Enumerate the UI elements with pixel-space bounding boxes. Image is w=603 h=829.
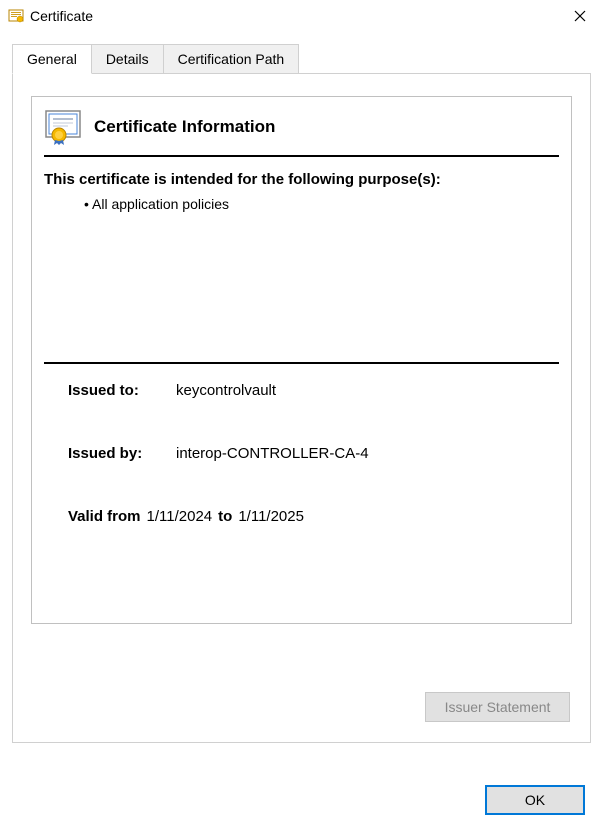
certificate-window-icon	[8, 8, 24, 24]
issued-by-value: interop-CONTROLLER-CA-4	[176, 445, 369, 462]
issued-to-label: Issued to:	[68, 382, 176, 399]
purpose-heading: This certificate is intended for the fol…	[44, 171, 559, 188]
close-button[interactable]	[557, 0, 603, 32]
valid-to-value: 1/11/2025	[238, 508, 304, 525]
certificate-icon	[44, 109, 84, 145]
certificate-info-heading: Certificate Information	[94, 117, 275, 137]
tab-general[interactable]: General	[12, 44, 92, 74]
certificate-info-box: Certificate Information This certificate…	[31, 96, 572, 624]
issued-by-row: Issued by: interop-CONTROLLER-CA-4	[68, 445, 559, 462]
certificate-header: Certificate Information	[44, 109, 559, 155]
tab-certification-path[interactable]: Certification Path	[163, 44, 300, 73]
certificate-details: Issued to: keycontrolvault Issued by: in…	[44, 382, 559, 525]
valid-to-label: to	[218, 508, 232, 525]
divider-top	[44, 155, 559, 157]
close-icon	[574, 10, 586, 22]
tab-details[interactable]: Details	[91, 44, 164, 73]
issuer-statement-button: Issuer Statement	[425, 692, 570, 722]
tab-strip: General Details Certification Path	[12, 44, 591, 73]
divider-bottom	[44, 362, 559, 364]
issued-by-label: Issued by:	[68, 445, 176, 462]
dialog-footer: OK	[485, 785, 585, 815]
window-title: Certificate	[30, 8, 557, 24]
content-area: General Details Certification Path	[0, 32, 603, 743]
purpose-item: All application policies	[84, 196, 559, 212]
valid-from-value: 1/11/2024	[147, 508, 213, 525]
issued-to-row: Issued to: keycontrolvault	[68, 382, 559, 399]
issued-to-value: keycontrolvault	[176, 382, 276, 399]
tab-panel-general: Certificate Information This certificate…	[12, 73, 591, 743]
valid-from-label: Valid from	[68, 508, 141, 525]
purpose-list: All application policies	[44, 196, 559, 212]
validity-row: Valid from 1/11/2024 to 1/11/2025	[68, 508, 559, 525]
ok-button[interactable]: OK	[485, 785, 585, 815]
title-bar: Certificate	[0, 0, 603, 32]
